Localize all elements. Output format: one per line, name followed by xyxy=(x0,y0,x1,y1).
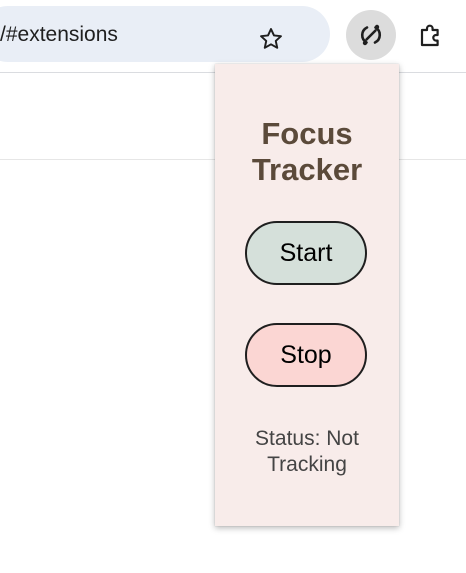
focus-tracker-extension-button[interactable] xyxy=(346,10,396,60)
extension-popup: Focus Tracker Start Stop Status: Not Tra… xyxy=(215,64,399,526)
address-bar[interactable]: /#extensions xyxy=(0,6,330,62)
star-icon[interactable] xyxy=(258,26,284,52)
status-line-1: Status: Not xyxy=(255,427,359,450)
status-text: Status: Not Tracking xyxy=(215,426,399,478)
popup-title-line-1: Focus xyxy=(261,116,353,151)
status-line-2: Tracking xyxy=(267,453,347,476)
extensions-menu-button[interactable] xyxy=(406,10,456,60)
stop-button[interactable]: Stop xyxy=(245,323,367,387)
start-button[interactable]: Start xyxy=(245,221,367,285)
browser-window: /#extensions Focus Tracker Start Stop St… xyxy=(0,0,466,573)
url-text: /#extensions xyxy=(0,23,118,46)
popup-title: Focus Tracker xyxy=(215,116,399,188)
popup-title-line-2: Tracker xyxy=(251,152,363,187)
